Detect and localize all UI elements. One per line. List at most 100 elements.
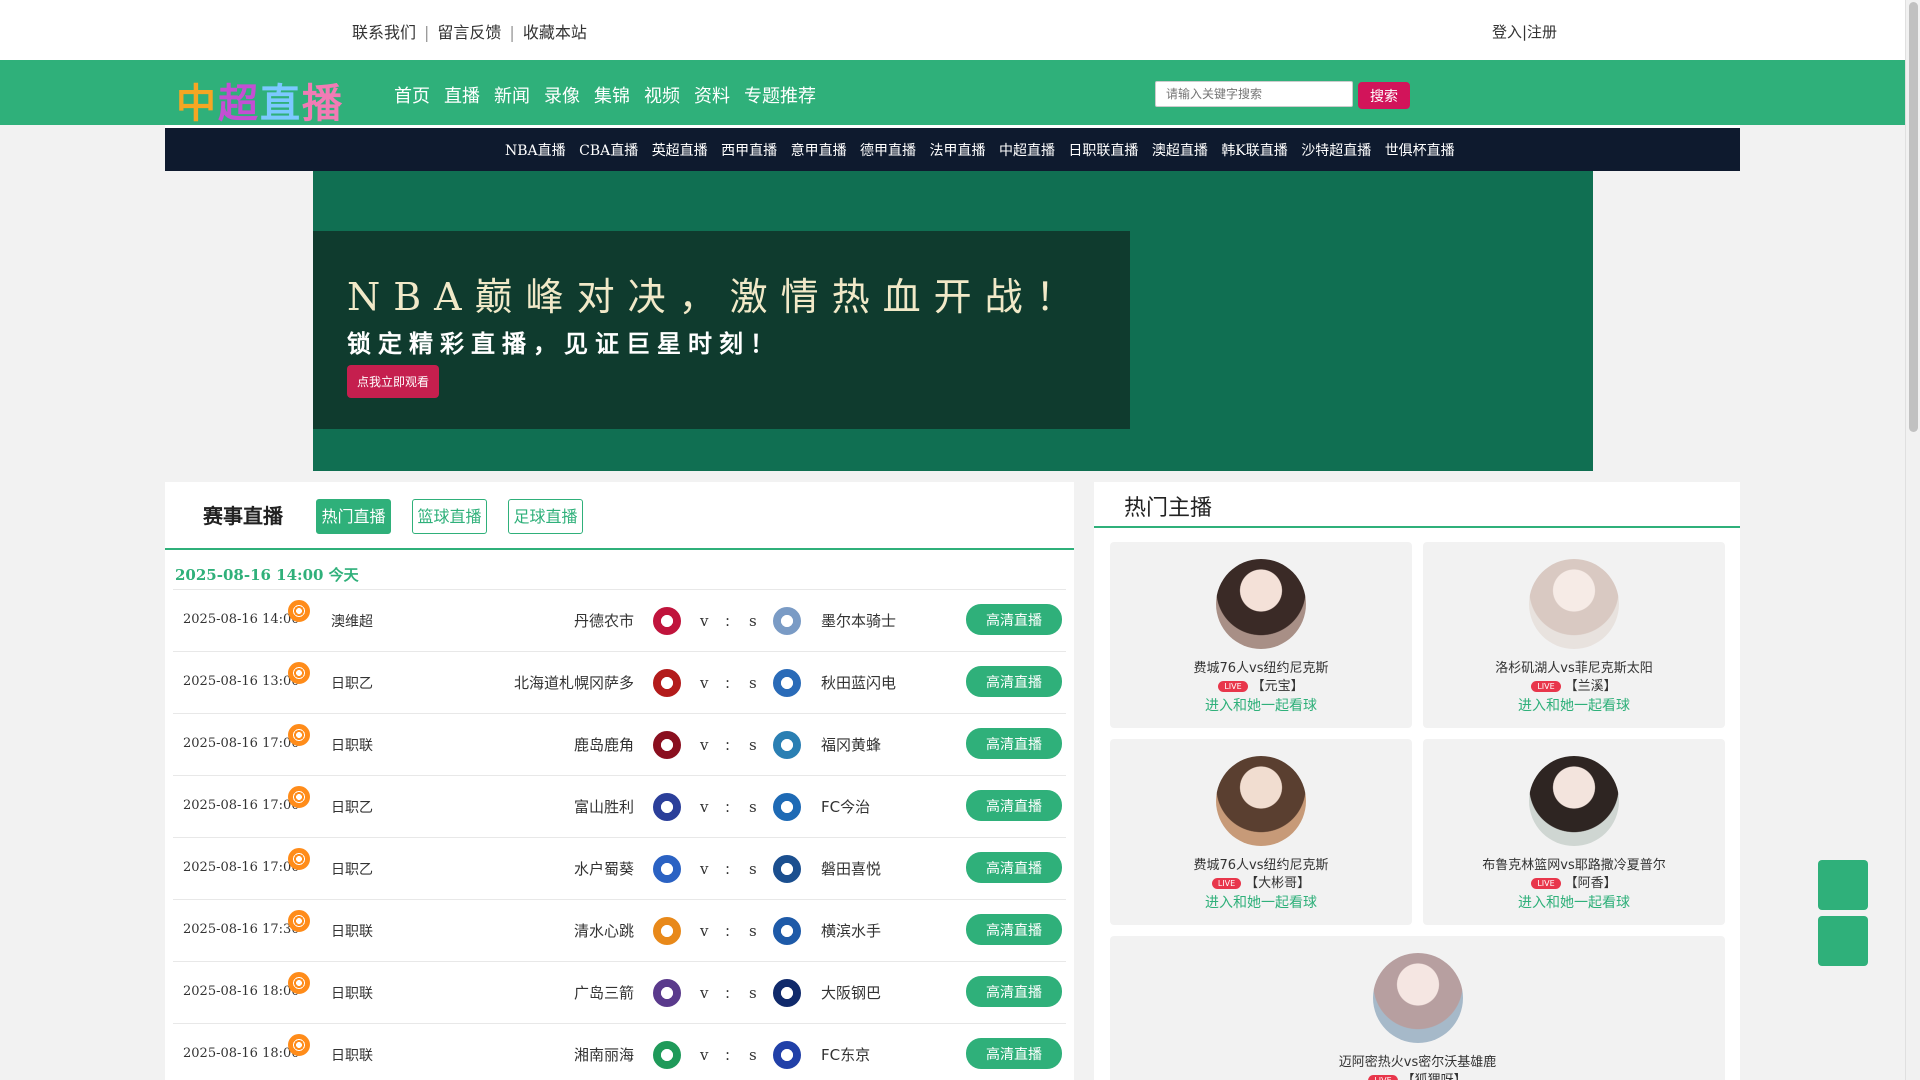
date-header: 2025-08-16 14:00 今天	[175, 566, 359, 584]
bookmark-link[interactable]: 收藏本站	[523, 23, 587, 42]
enter-room-link[interactable]: 进入和她一起看球	[1110, 892, 1412, 912]
nav-data[interactable]: 资料	[694, 82, 730, 108]
live-badge: LIVE	[1218, 681, 1248, 692]
host-live-line: LIVE 【阿香】	[1423, 872, 1725, 891]
host-avatar[interactable]	[1529, 756, 1619, 846]
nav-highlights[interactable]: 集锦	[594, 82, 630, 108]
host-name: 【元宝】	[1251, 679, 1304, 694]
home-team: 富山胜利	[573, 798, 634, 816]
subnav-clubwc[interactable]: 世俱杯直播	[1385, 143, 1455, 159]
home-team: 湘南丽海	[573, 1046, 634, 1064]
vs-label-s: s	[749, 984, 757, 1002]
host-name: 【兰溪】	[1564, 679, 1617, 694]
hd-live-button[interactable]: 高清直播	[966, 790, 1062, 821]
float-button[interactable]	[1818, 860, 1868, 910]
football-icon	[288, 972, 310, 994]
vs-label: v	[700, 736, 709, 754]
home-team-crest-icon	[653, 1041, 681, 1069]
promo-banner[interactable]: NBA巅峰对决，激情热血开战！ 锁定精彩直播，见证巨星时刻！ 点我立即观看	[313, 171, 1593, 471]
host-card[interactable]: 费城76人vs纽约尼克斯 LIVE 【大彬哥】 进入和她一起看球	[1110, 739, 1412, 925]
enter-room-link[interactable]: 进入和她一起看球	[1110, 695, 1412, 715]
search-input[interactable]	[1155, 81, 1353, 107]
subnav-aleague[interactable]: 澳超直播	[1152, 143, 1208, 159]
vs-label-s: s	[749, 674, 757, 692]
float-button[interactable]	[1818, 916, 1868, 966]
utility-links: 联系我们 | 留言反馈 | 收藏本站	[352, 19, 587, 43]
subnav-csl[interactable]: 中超直播	[999, 143, 1055, 159]
live-badge: LIVE	[1211, 878, 1242, 889]
match-tabs: 赛事直播 热门直播 篮球直播 足球直播	[165, 482, 1074, 550]
scrollbar[interactable]	[1905, 0, 1920, 1080]
nav-topics[interactable]: 专题推荐	[744, 82, 816, 108]
match-row: 2025-08-16 17:00 日职联 鹿岛鹿角 v: s 福冈黄蜂 高清直播	[173, 713, 1066, 775]
away-team-crest-icon	[773, 669, 801, 697]
subnav-nba[interactable]: NBA直播	[505, 143, 566, 159]
watch-now-button[interactable]: 点我立即观看	[347, 365, 439, 398]
tab-basketball-live[interactable]: 篮球直播	[412, 499, 487, 534]
home-team-crest-icon	[653, 607, 681, 635]
hd-live-button[interactable]: 高清直播	[966, 914, 1062, 945]
match-league: 日职联	[331, 986, 373, 1002]
hd-live-button[interactable]: 高清直播	[966, 728, 1062, 759]
vs-label: v	[700, 922, 709, 940]
host-card[interactable]: 洛杉矶湖人vs菲尼克斯太阳 LIVE 【兰溪】 进入和她一起看球	[1423, 542, 1725, 728]
host-card[interactable]: 迈阿密热火vs密尔沃基雄鹿LIVE【狐狸呀】进入和她一起看球	[1110, 936, 1725, 1080]
banner-text-panel: NBA巅峰对决，激情热血开战！ 锁定精彩直播，见证巨星时刻！ 点我立即观看	[313, 231, 1130, 429]
match-time: 2025-08-16 18:00	[183, 984, 300, 999]
vs-label: v	[700, 674, 709, 692]
hd-live-button[interactable]: 高清直播	[966, 666, 1062, 697]
football-icon	[288, 910, 310, 932]
subnav-kleague[interactable]: 韩K联直播	[1221, 143, 1287, 159]
host-live-line: LIVE 【狐狸呀】	[1110, 1069, 1725, 1080]
login-register-link[interactable]: 登入|注册	[1492, 21, 1557, 42]
live-badge: LIVE	[1368, 1075, 1398, 1080]
vs-label-s: s	[749, 922, 757, 940]
enter-room-link[interactable]: 进入和她一起看球	[1423, 892, 1725, 912]
nav-home[interactable]: 首页	[394, 82, 430, 108]
subnav-ligue1[interactable]: 法甲直播	[930, 143, 986, 159]
match-row: 2025-08-16 17:00 日职乙 水户蜀葵 v: s 磐田喜悦 高清直播	[173, 837, 1066, 899]
host-avatar[interactable]	[1216, 559, 1306, 649]
nav-live[interactable]: 直播	[444, 82, 480, 108]
host-avatar[interactable]	[1216, 756, 1306, 846]
home-team: 水户蜀葵	[573, 860, 634, 878]
subnav-laliga[interactable]: 西甲直播	[721, 143, 777, 159]
scrollbar-thumb[interactable]	[1909, 2, 1918, 432]
hd-live-button[interactable]: 高清直播	[966, 852, 1062, 883]
host-avatar[interactable]	[1529, 559, 1619, 649]
tab-football-live[interactable]: 足球直播	[508, 499, 583, 534]
vs-label: v	[700, 860, 709, 878]
vs-label-s: s	[749, 1046, 757, 1064]
nav-replay[interactable]: 录像	[544, 82, 580, 108]
site-logo[interactable]: 中超直播	[176, 71, 356, 127]
subnav-seriea[interactable]: 意甲直播	[791, 143, 847, 159]
away-team: FC东京	[821, 1046, 871, 1064]
enter-room-link[interactable]: 进入和她一起看球	[1423, 695, 1725, 715]
away-team: FC今治	[821, 798, 871, 816]
vs-label-s: s	[749, 612, 757, 630]
search-button[interactable]: 搜索	[1358, 82, 1410, 109]
subnav-jleague[interactable]: 日职联直播	[1068, 143, 1138, 159]
subnav-cba[interactable]: CBA直播	[579, 143, 638, 159]
nav-video[interactable]: 视频	[644, 82, 680, 108]
host-live-line: LIVE 【大彬哥】	[1110, 872, 1412, 891]
feedback-link[interactable]: 留言反馈	[437, 23, 501, 42]
contact-us-link[interactable]: 联系我们	[352, 23, 416, 42]
hd-live-button[interactable]: 高清直播	[966, 1038, 1062, 1069]
subnav-epl[interactable]: 英超直播	[652, 143, 708, 159]
subnav-bundesliga[interactable]: 德甲直播	[860, 143, 916, 159]
nav-news[interactable]: 新闻	[494, 82, 530, 108]
host-avatar[interactable]	[1372, 953, 1463, 1043]
match-live-panel: 赛事直播 热门直播 篮球直播 足球直播 2025-08-16 14:00 今天 …	[165, 482, 1074, 1080]
hd-live-button[interactable]: 高清直播	[966, 604, 1062, 635]
home-team-crest-icon	[653, 979, 681, 1007]
host-card[interactable]: 布鲁克林篮网vs耶路撒冷夏普尔 LIVE 【阿香】 进入和她一起看球	[1423, 739, 1725, 925]
tab-hot-live[interactable]: 热门直播	[316, 499, 391, 534]
hd-live-button[interactable]: 高清直播	[966, 976, 1062, 1007]
host-card[interactable]: 费城76人vs纽约尼克斯 LIVE 【元宝】 进入和她一起看球	[1110, 542, 1412, 728]
host-match: 费城76人vs纽约尼克斯	[1193, 661, 1329, 676]
away-team-crest-icon	[773, 607, 801, 635]
subnav-saudi[interactable]: 沙特超直播	[1301, 143, 1371, 159]
live-badge: LIVE	[1531, 878, 1561, 889]
match-time: 2025-08-16 17:00	[183, 860, 300, 875]
